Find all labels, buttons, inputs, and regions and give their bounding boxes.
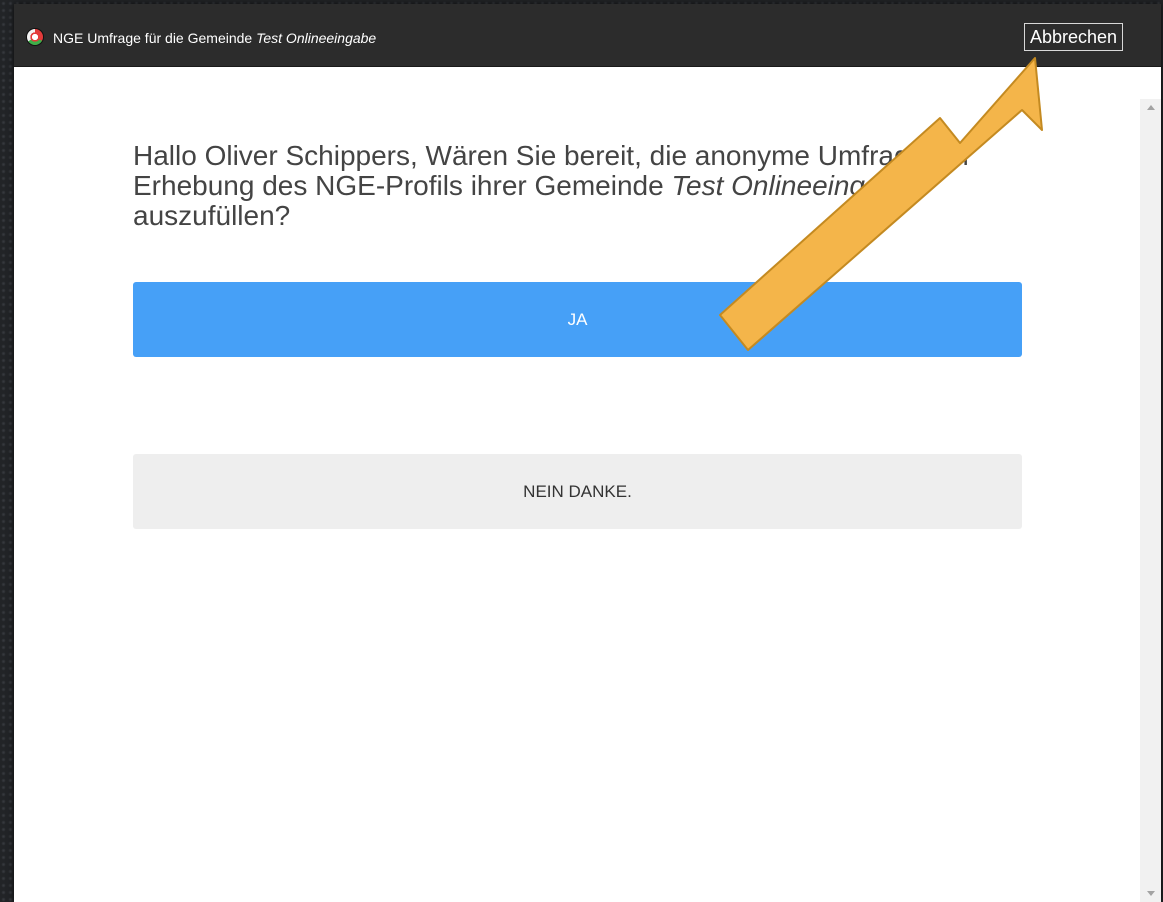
survey-question: Hallo Oliver Schippers, Wären Sie bereit…: [133, 141, 1013, 231]
no-thanks-button[interactable]: NEIN DANKE.: [133, 454, 1022, 529]
cancel-button[interactable]: Abbrechen: [1024, 23, 1124, 51]
question-text-end: auszufüllen?: [133, 200, 291, 231]
dialog-title-community: Test Onlineeingabe: [256, 30, 377, 46]
dialog-title: NGE Umfrage für die Gemeinde Test Online…: [53, 30, 376, 46]
question-community: Test Onlineeingabe: [671, 170, 912, 201]
dialog-titlebar: NGE Umfrage für die Gemeinde Test Online…: [14, 4, 1161, 67]
scroll-down-arrow-icon[interactable]: [1147, 891, 1155, 896]
dialog-title-prefix: NGE Umfrage für die Gemeinde: [53, 30, 253, 46]
survey-dialog: NGE Umfrage für die Gemeinde Test Online…: [14, 4, 1161, 902]
app-logo-icon: [27, 29, 43, 45]
vertical-scrollbar[interactable]: [1140, 99, 1161, 902]
scroll-up-arrow-icon[interactable]: [1147, 105, 1155, 110]
dialog-content: Hallo Oliver Schippers, Wären Sie bereit…: [14, 67, 1140, 902]
yes-button[interactable]: JA: [133, 282, 1022, 357]
